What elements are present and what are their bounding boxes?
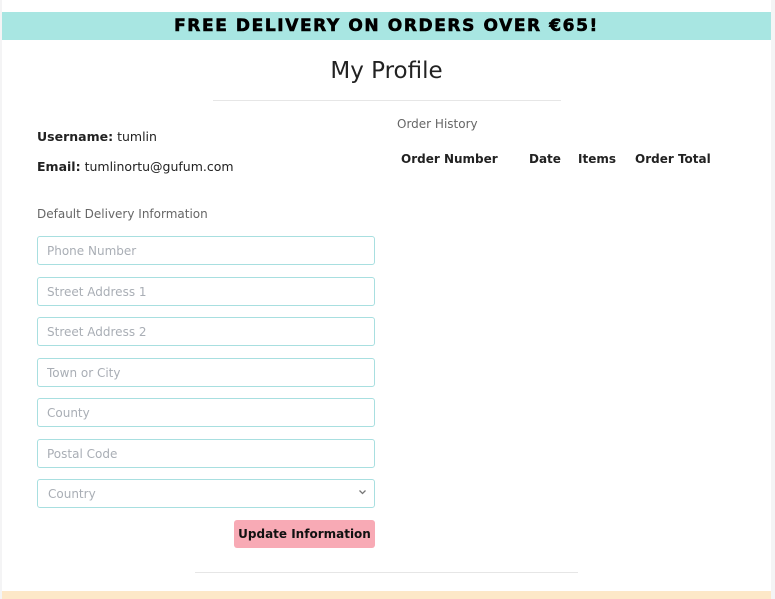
footer <box>2 591 771 599</box>
title-divider <box>213 100 561 101</box>
delivery-section-label: Default Delivery Information <box>37 207 208 221</box>
town-or-city-field[interactable] <box>37 358 375 387</box>
column-header-date: Date <box>529 152 561 166</box>
country-select[interactable]: Country <box>37 479 375 508</box>
street-address-2-field[interactable] <box>37 317 375 346</box>
chevron-down-icon <box>358 486 367 501</box>
phone-number-field[interactable] <box>37 236 375 265</box>
banner-text: FREE DELIVERY ON ORDERS OVER €65! <box>174 16 599 37</box>
country-select-value: Country <box>48 486 96 501</box>
bottom-divider <box>195 572 578 573</box>
postal-code-field[interactable] <box>37 439 375 468</box>
free-delivery-banner: FREE DELIVERY ON ORDERS OVER €65! <box>2 12 771 40</box>
county-field[interactable] <box>37 398 375 427</box>
username-value: tumlin <box>117 129 157 144</box>
order-history-label: Order History <box>397 117 478 131</box>
page-title: My Profile <box>330 58 443 84</box>
column-header-items: Items <box>578 152 616 166</box>
username-row: Username: tumlin <box>37 129 157 144</box>
column-header-order-number: Order Number <box>401 152 498 166</box>
column-header-order-total: Order Total <box>635 152 711 166</box>
street-address-1-field[interactable] <box>37 277 375 306</box>
email-label: Email: <box>37 159 81 174</box>
email-value: tumlinortu@gufum.com <box>84 159 234 174</box>
email-row: Email: tumlinortu@gufum.com <box>37 159 234 174</box>
username-label: Username: <box>37 129 114 144</box>
profile-page: FREE DELIVERY ON ORDERS OVER €65! My Pro… <box>2 0 771 599</box>
update-information-button[interactable]: Update Information <box>234 520 375 548</box>
